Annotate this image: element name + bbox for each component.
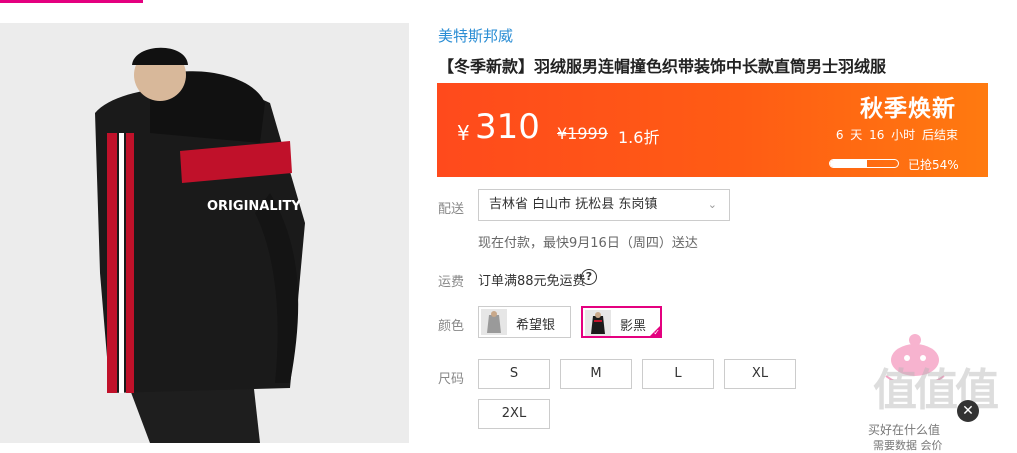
original-price: ¥1999 [557, 124, 608, 143]
size-option-s[interactable]: S [478, 359, 550, 389]
product-title: 【冬季新款】羽绒服男连帽撞色织带装饰中长款直筒男士羽绒服 [438, 57, 887, 76]
close-icon[interactable]: ✕ [957, 400, 979, 422]
size-option-m[interactable]: M [560, 359, 632, 389]
price-banner: ¥ 310 ¥1999 1.6折 秋季焕新 6 天 16 小时 后结束 已抢54… [437, 83, 988, 177]
sold-progress-fill [830, 160, 867, 167]
overlay-caption-1: 买好在什么值 [868, 423, 941, 437]
sold-progress-bar [829, 159, 899, 168]
color-label: 颜色 [438, 319, 465, 334]
brand-link[interactable]: 美特斯邦威 [438, 25, 513, 46]
silver-coat-thumbnail [481, 309, 507, 335]
sold-percentage: 已抢54% [908, 158, 959, 172]
size-option-2xl[interactable]: 2XL [478, 399, 550, 429]
color-option-label: 希望银 [516, 318, 556, 333]
address-value: 吉林省 白山市 抚松县 东岗镇 [489, 197, 658, 212]
overlay-caption-2: 需要数据 会价 [873, 439, 943, 452]
shipping-label: 运费 [438, 275, 465, 290]
question-circle-icon[interactable]: ? [581, 269, 597, 285]
current-price: 310 [475, 107, 540, 147]
active-tab-indicator [0, 0, 143, 3]
discount-label: 1.6折 [618, 128, 660, 147]
model-illustration: ORIGINALITY [0, 23, 409, 443]
jacket-print-text: ORIGINALITY [207, 199, 301, 214]
currency-symbol: ¥ [457, 121, 470, 145]
product-image[interactable]: ORIGINALITY 🔍 [0, 23, 409, 443]
size-label: 尺码 [438, 372, 465, 387]
countdown-timer: 6 天 16 小时 后结束 [835, 128, 958, 142]
color-option-label: 影黑 [620, 319, 647, 334]
black-coat-thumbnail [585, 310, 611, 336]
delivery-estimate: 现在付款，最快9月16日（周四）送达 [478, 236, 698, 251]
top-nav-strip [0, 0, 1017, 3]
shipping-text: 订单满88元免运费 [478, 274, 586, 289]
size-option-xl[interactable]: XL [724, 359, 796, 389]
address-select[interactable]: 吉林省 白山市 抚松县 东岗镇 ⌄ [478, 189, 730, 221]
color-option-black[interactable]: 影黑 ✓ [581, 306, 662, 338]
color-option-silver[interactable]: 希望银 [478, 306, 571, 338]
check-icon: ✓ [653, 328, 660, 337]
promo-title: 秋季焕新 [860, 96, 956, 122]
delivery-label: 配送 [438, 202, 465, 217]
size-option-l[interactable]: L [642, 359, 714, 389]
chevron-down-icon: ⌄ [707, 198, 717, 211]
